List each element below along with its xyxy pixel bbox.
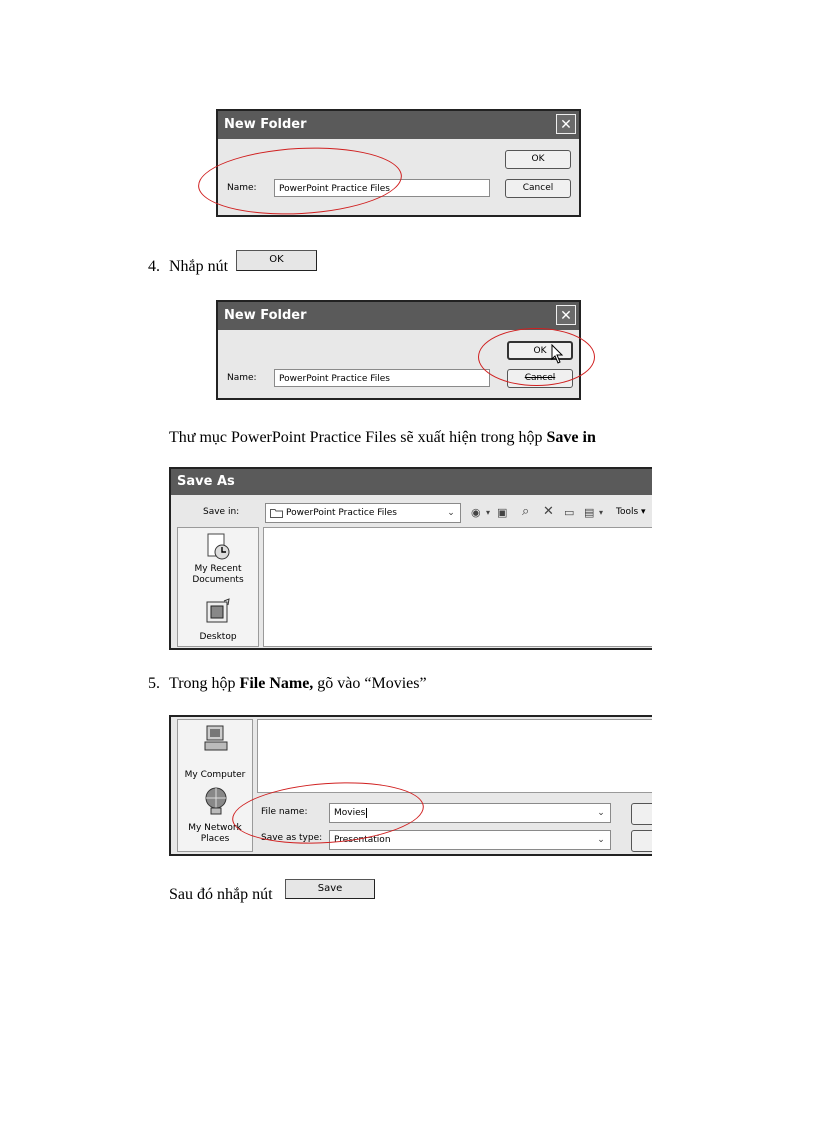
tools-label: Tools (616, 507, 639, 517)
step5-text: Trong hộp File Name, gõ vào “Movies” (169, 674, 427, 694)
step5-text-after: gõ vào “Movies” (313, 675, 427, 692)
search-web-icon[interactable]: ⌕ (522, 505, 529, 519)
step5-number: 5. (148, 675, 160, 692)
my-network-places-icon (205, 787, 227, 815)
name-label: Name: (227, 373, 257, 383)
chevron-down-icon[interactable]: ⌄ (594, 806, 608, 820)
note-save-in-bold: Save in (546, 429, 596, 446)
ok-button[interactable]: OK (505, 150, 571, 169)
file-name-panel: My Computer My Network Places File name:… (169, 715, 652, 856)
up-folder-icon[interactable]: ▣ (497, 506, 507, 520)
dialog-title: New Folder (218, 111, 579, 139)
dialog-title: New Folder (218, 302, 579, 330)
save-in-dropdown[interactable]: PowerPoint Practice Files ⌄ (265, 503, 461, 523)
step5-bold: File Name, (239, 675, 314, 692)
save-as-dialog: Save As Save in: PowerPoint Practice Fil… (169, 467, 652, 650)
tools-menu[interactable]: Tools ▾ (616, 507, 646, 517)
save-in-label: Save in: (203, 507, 240, 517)
note-save-in-text: Thư mục PowerPoint Practice Files sẽ xuấ… (169, 429, 547, 446)
save-button-inline[interactable]: Save (285, 879, 375, 899)
cancel-button[interactable]: Cancel (505, 179, 571, 198)
step4-number: 4. (148, 258, 160, 275)
views-icon[interactable]: ▤ (584, 506, 594, 520)
folder-icon (270, 509, 283, 518)
save-in-value: PowerPoint Practice Files (286, 508, 397, 518)
dropdown-small-icon[interactable]: ▾ (486, 506, 490, 520)
desktop-icon (206, 598, 230, 623)
delete-icon[interactable]: ✕ (543, 505, 554, 519)
place-label-1: Desktop (199, 632, 237, 642)
my-computer-icon (204, 725, 228, 751)
file-list-area[interactable] (257, 719, 652, 793)
place-my-computer[interactable]: My Computer (178, 724, 252, 780)
file-list-area[interactable] (263, 527, 652, 647)
step5-text-before: Trong hộp (169, 675, 240, 692)
cancel-button-partial[interactable] (631, 830, 652, 852)
ok-button-inline[interactable]: OK (236, 250, 317, 271)
back-icon[interactable]: ◉ (471, 506, 481, 520)
dropdown-small-icon[interactable]: ▾ (599, 506, 603, 520)
save-button-partial[interactable] (631, 803, 652, 825)
highlight-ellipse-ok (478, 328, 595, 386)
close-icon[interactable]: ✕ (556, 114, 576, 134)
place-label-2: Documents (192, 575, 244, 585)
close-icon[interactable]: ✕ (556, 305, 576, 325)
dialog-title: Save As (171, 469, 652, 495)
recent-documents-icon (207, 533, 230, 560)
place-desktop[interactable]: Desktop (178, 596, 258, 646)
new-folder-icon[interactable]: ▭ (564, 506, 574, 520)
place-label-1: My Computer (184, 770, 246, 780)
note-save-in: Thư mục PowerPoint Practice Files sẽ xuấ… (169, 428, 596, 448)
place-my-recent-documents[interactable]: My Recent Documents (178, 532, 258, 588)
place-label-2: Places (200, 834, 230, 844)
chevron-down-icon[interactable]: ⌄ (444, 506, 458, 520)
final-text: Sau đó nhắp nút (169, 886, 273, 903)
places-bar: My Recent Documents Desktop (177, 527, 259, 647)
place-label-1: My Recent (194, 564, 242, 574)
name-input[interactable]: PowerPoint Practice Files (274, 369, 490, 387)
chevron-down-icon[interactable]: ⌄ (594, 833, 608, 847)
step4-text: Nhắp nút (169, 258, 229, 275)
